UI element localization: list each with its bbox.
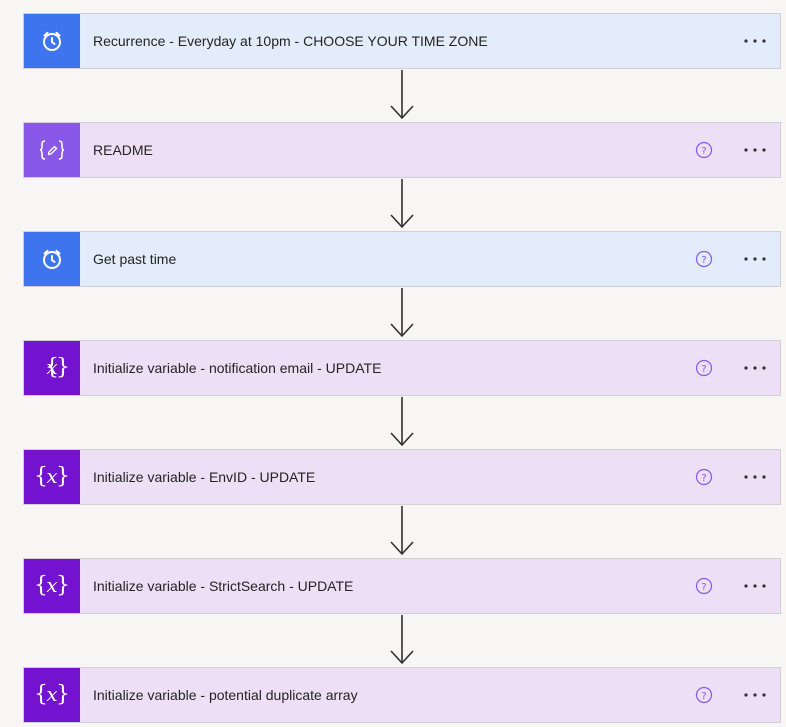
connector-arrow (388, 179, 416, 231)
step-icon-tile (24, 123, 80, 177)
more-options-button[interactable] (737, 244, 773, 274)
step-icon-tile: { x } (24, 450, 80, 504)
connector-arrow (388, 506, 416, 558)
flow-step-get-past-time[interactable]: Get past time ? (23, 231, 781, 287)
flow-step-init-potential-duplicate-array[interactable]: { x } Initialize variable - potential du… (23, 667, 781, 723)
svg-text:?: ? (701, 364, 706, 375)
help-circle-icon: ? (695, 250, 713, 268)
down-arrow-icon (390, 179, 414, 229)
more-options-button[interactable] (737, 353, 773, 383)
step-title: Get past time (93, 251, 177, 267)
flow-step-init-envid[interactable]: { x } Initialize variable - EnvID - UPDA… (23, 449, 781, 505)
compose-braces-icon (39, 140, 65, 160)
flow-step-init-strictsearch[interactable]: { x } Initialize variable - StrictSearch… (23, 558, 781, 614)
step-icon-tile (24, 232, 80, 286)
svg-text:?: ? (701, 146, 706, 157)
step-title: Initialize variable - EnvID - UPDATE (93, 469, 316, 485)
help-circle-icon: ? (695, 468, 713, 486)
step-title: Initialize variable - StrictSearch - UPD… (93, 578, 354, 594)
variable-x-icon: { x } (34, 573, 70, 598)
down-arrow-icon (390, 397, 414, 447)
help-circle-icon: ? (695, 141, 713, 159)
connector-arrow (388, 288, 416, 340)
svg-text:}: } (56, 355, 70, 380)
step-icon-tile (24, 14, 80, 68)
more-options-button[interactable] (737, 135, 773, 165)
svg-text:?: ? (701, 582, 706, 593)
help-circle-icon: ? (695, 686, 713, 704)
down-arrow-icon (390, 288, 414, 338)
more-options-icon (744, 584, 766, 588)
more-options-button[interactable] (737, 571, 773, 601)
more-options-icon (744, 366, 766, 370)
alarm-clock-icon (43, 249, 61, 269)
flow-step-readme[interactable]: README ? (23, 122, 781, 178)
alarm-clock-icon (43, 31, 61, 51)
more-options-icon (744, 148, 766, 152)
flow-canvas: Recurrence - Everyday at 10pm - CHOOSE Y… (0, 0, 786, 727)
more-options-icon (744, 693, 766, 697)
svg-text:}: } (56, 464, 70, 489)
more-options-icon (744, 257, 766, 261)
help-button[interactable]: ? (695, 250, 713, 268)
help-circle-icon: ? (695, 359, 713, 377)
step-icon-tile: { x } (24, 559, 80, 613)
svg-text:}: } (56, 573, 70, 598)
help-button[interactable]: ? (695, 577, 713, 595)
step-title: Initialize variable - potential duplicat… (93, 687, 358, 703)
svg-text:?: ? (701, 473, 706, 484)
variable-x-icon: { x } (34, 464, 70, 489)
more-options-button[interactable] (737, 26, 773, 56)
help-button[interactable]: ? (695, 141, 713, 159)
flow-step-init-notification-email[interactable]: { x } Initialize variable - notification… (23, 340, 781, 396)
svg-text:?: ? (701, 255, 706, 266)
svg-text:}: } (56, 682, 70, 707)
down-arrow-icon (390, 506, 414, 556)
more-options-icon (744, 39, 766, 43)
more-options-button[interactable] (737, 462, 773, 492)
step-title: Recurrence - Everyday at 10pm - CHOOSE Y… (93, 33, 488, 49)
step-icon-tile: { x } (24, 341, 80, 395)
variable-x-icon: { x } (45, 355, 70, 380)
more-options-icon (744, 475, 766, 479)
help-button[interactable]: ? (695, 359, 713, 377)
more-options-button[interactable] (737, 680, 773, 710)
step-icon-tile: { x } (24, 668, 80, 722)
variable-x-icon: { x } (34, 682, 70, 707)
step-title: Initialize variable - notification email… (93, 360, 382, 376)
flow-step-recurrence[interactable]: Recurrence - Everyday at 10pm - CHOOSE Y… (23, 13, 781, 69)
help-circle-icon: ? (695, 577, 713, 595)
connector-arrow-partial (388, 722, 416, 727)
connector-arrow (388, 70, 416, 122)
help-button[interactable]: ? (695, 686, 713, 704)
help-button[interactable]: ? (695, 468, 713, 486)
connector-arrow (388, 615, 416, 667)
down-arrow-icon (390, 615, 414, 665)
step-title: README (93, 142, 153, 158)
down-arrow-icon (390, 70, 414, 120)
svg-text:?: ? (701, 691, 706, 702)
connector-arrow (388, 397, 416, 449)
